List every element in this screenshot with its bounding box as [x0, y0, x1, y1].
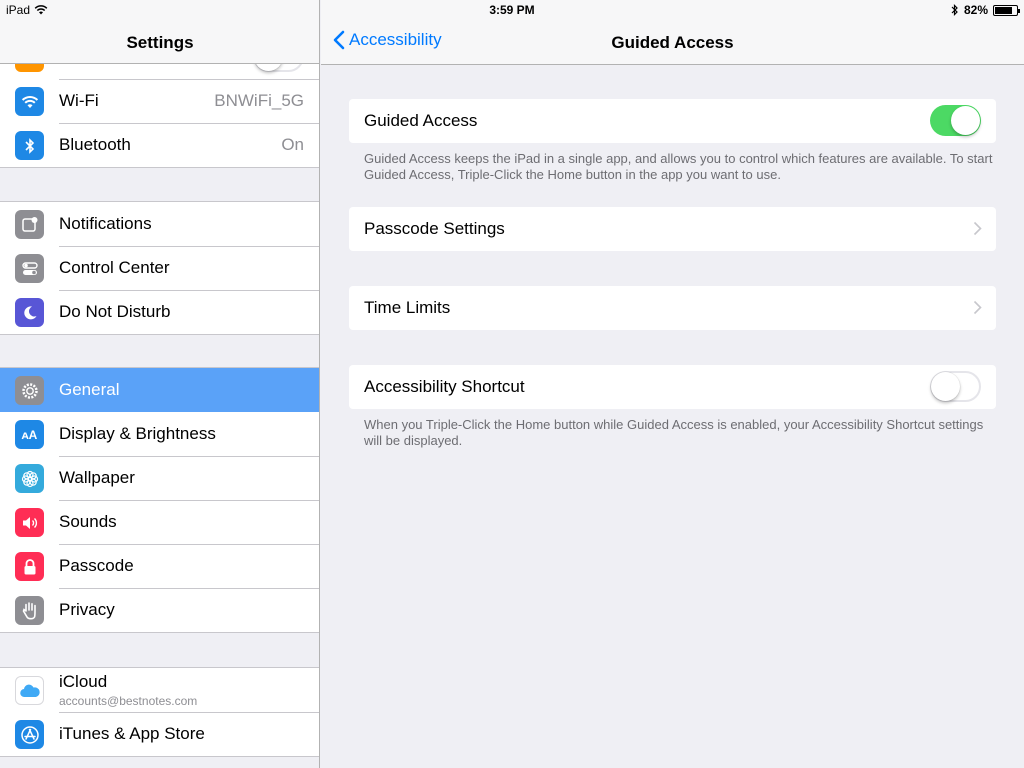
accessibility-shortcut-row: Accessibility Shortcut: [349, 365, 996, 409]
detail-title: Guided Access: [611, 33, 734, 52]
speaker-icon: [15, 508, 44, 537]
sidebar-item-label: Do Not Disturb: [59, 302, 171, 321]
wifi-icon: [15, 87, 44, 116]
guided-access-description: Guided Access keeps the iPad in a single…: [364, 151, 993, 182]
sidebar-item-label: Sounds: [59, 512, 117, 531]
sidebar-item-label: Wallpaper: [59, 468, 135, 487]
status-right: 82%: [951, 3, 1020, 17]
sidebar-item-privacy[interactable]: Privacy: [0, 588, 319, 632]
toggle-knob: [931, 372, 960, 401]
passcode-settings-row[interactable]: Passcode Settings: [349, 207, 996, 251]
sidebar-item-label: iTunes & App Store: [59, 724, 205, 743]
accessibility-shortcut-toggle[interactable]: [930, 371, 981, 402]
hand-icon: [15, 596, 44, 625]
battery-percent: 82%: [963, 3, 988, 17]
battery-icon: [993, 4, 1020, 16]
time-limits-row[interactable]: Time Limits: [349, 286, 996, 330]
lock-icon: [15, 552, 44, 581]
battery-fill: [995, 6, 1013, 14]
sidebar-item-display-brightness[interactable]: ᴀA Display & Brightness: [0, 412, 319, 456]
sidebar-item-label: iCloud: [59, 672, 108, 691]
time-limits-label: Time Limits: [364, 298, 451, 317]
wifi-network-value: BNWiFi_5G: [214, 91, 304, 110]
sidebar-item-itunes-app-store[interactable]: iTunes & App Store: [0, 712, 319, 756]
sidebar-item-general[interactable]: General: [0, 368, 319, 412]
sidebar-group-accounts: iCloud accounts@bestnotes.com iTunes & A…: [0, 667, 319, 757]
sidebar-group-notifications: Notifications Control Center Do Not Dist…: [0, 201, 319, 335]
sidebar-item-bluetooth[interactable]: Bluetooth On: [0, 123, 319, 167]
sidebar-item-control-center[interactable]: Control Center: [0, 246, 319, 290]
icloud-account-email: accounts@bestnotes.com: [59, 694, 198, 708]
sidebar-item-sounds[interactable]: Sounds: [0, 500, 319, 544]
accessibility-shortcut-description: When you Triple-Click the Home button wh…: [364, 417, 984, 448]
sidebar-item-notifications[interactable]: Notifications: [0, 202, 319, 246]
toggle-knob: [951, 106, 980, 135]
text-size-icon: ᴀA: [15, 420, 44, 449]
sidebar-item-icloud[interactable]: iCloud accounts@bestnotes.com: [0, 668, 319, 712]
sidebar-item-label: Wi-Fi: [59, 91, 99, 110]
sidebar-group-general: General ᴀA Display & Brightness Wallpape…: [0, 367, 319, 633]
accessibility-shortcut-label: Accessibility Shortcut: [364, 377, 525, 396]
sidebar-item-passcode[interactable]: Passcode: [0, 544, 319, 588]
guided-access-row: Guided Access: [349, 99, 996, 143]
control-center-icon: [15, 254, 44, 283]
status-time: 3:59 PM: [489, 3, 535, 17]
passcode-settings-label: Passcode Settings: [364, 219, 505, 238]
guided-access-toggle[interactable]: [930, 105, 981, 136]
sidebar-item-label: Control Center: [59, 258, 170, 277]
status-bar: iPad 3:59 PM 82%: [0, 0, 1024, 20]
sidebar-item-label: Privacy: [59, 600, 115, 619]
sidebar-item-label: Bluetooth: [59, 135, 131, 154]
chevron-right-icon: [973, 221, 982, 236]
sidebar-item-do-not-disturb[interactable]: Do Not Disturb: [0, 290, 319, 334]
sidebar-title: Settings: [126, 33, 194, 52]
settings-sidebar: Settings Wi-Fi BNWiFi_5G Bluetooth On No…: [0, 0, 320, 768]
bluetooth-icon: [15, 131, 44, 160]
sidebar-item-label: Passcode: [59, 556, 134, 575]
guided-access-label: Guided Access: [364, 111, 478, 130]
app-store-icon: [15, 720, 44, 749]
sidebar-item-wifi[interactable]: Wi-Fi BNWiFi_5G: [0, 79, 319, 123]
sidebar-item-label: Notifications: [59, 214, 152, 233]
bluetooth-value: On: [281, 135, 304, 154]
cloud-icon: [15, 676, 44, 705]
notifications-icon: [15, 210, 44, 239]
guided-access-detail: Accessibility Guided Access Guided Acces…: [321, 0, 1024, 768]
bluetooth-status-icon: [951, 4, 958, 16]
sidebar-item-label: General: [59, 380, 120, 399]
moon-icon: [15, 298, 44, 327]
sidebar-item-wallpaper[interactable]: Wallpaper: [0, 456, 319, 500]
gear-icon: [15, 376, 44, 405]
chevron-right-icon: [973, 300, 982, 315]
flower-icon: [15, 464, 44, 493]
sidebar-item-label: Display & Brightness: [59, 424, 216, 443]
